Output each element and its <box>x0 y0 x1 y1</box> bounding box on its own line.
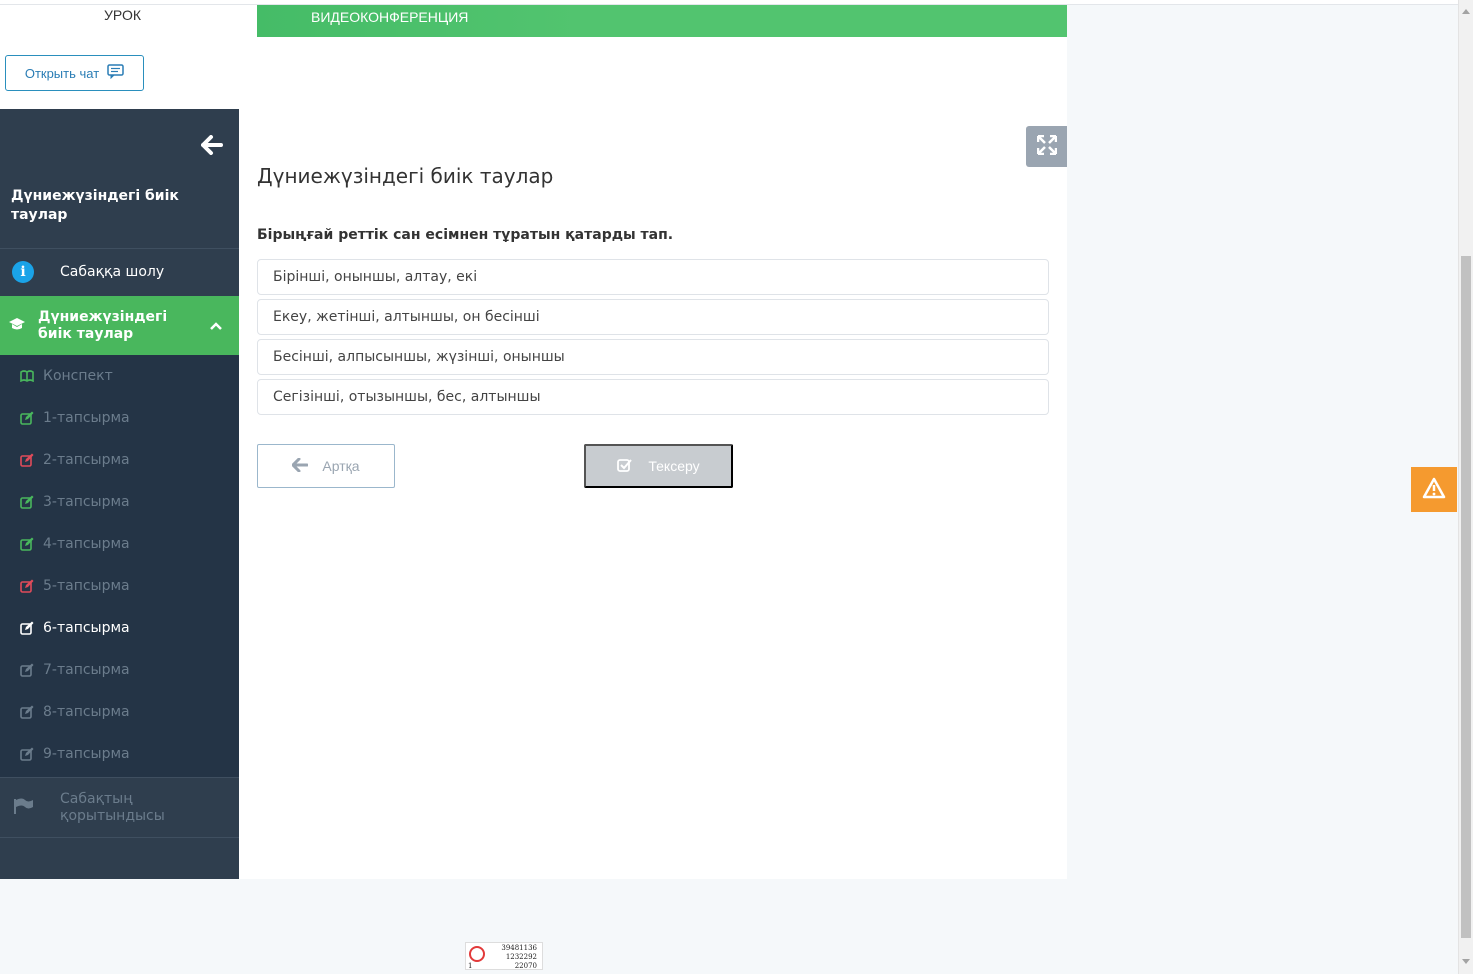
answer-options: Бірінші, оныншы, алтау, екі Екеу, жетінш… <box>257 259 1049 419</box>
scrollbar[interactable] <box>1458 0 1473 974</box>
sidebar-item-label: 6-тапсырма <box>43 620 130 636</box>
sidebar-task-list: Конспект 1-тапсырма 2-тапсырма 3-тапсырма 4-… <box>0 355 239 777</box>
sidebar-item-task[interactable]: 8-тапсырма <box>0 691 239 733</box>
answer-option[interactable]: Бірінші, оныншы, алтау, екі <box>257 259 1049 295</box>
chat-icon <box>107 64 124 82</box>
sidebar-item-task[interactable]: 4-тапсырма <box>0 523 239 565</box>
sidebar-item-label: 9-тапсырма <box>43 746 130 762</box>
sidebar-item-overview[interactable]: i Сабаққа шолу <box>0 249 239 295</box>
videoconference-label: ВИДЕОКОНФЕРЕНЦИЯ <box>311 9 469 25</box>
answer-option[interactable]: Екеу, жетінші, алтыншы, он бесінші <box>257 299 1049 335</box>
sidebar-item-label: 3-тапсырма <box>43 494 130 510</box>
sidebar-item-task[interactable]: Конспект <box>0 355 239 397</box>
edit-icon <box>19 579 34 594</box>
scroll-thumb[interactable] <box>1461 256 1471 938</box>
sidebar-item-label: 8-тапсырма <box>43 704 130 720</box>
visit-counter[interactable]: 39481136 1232292 22070 1 <box>465 942 543 970</box>
sidebar-item-label: 4-тапсырма <box>43 536 130 552</box>
edit-icon <box>19 621 34 636</box>
counter-line: 22070 <box>514 962 537 970</box>
sidebar-item-label: 5-тапсырма <box>43 578 130 594</box>
answer-option[interactable]: Бесінші, алпысыншы, жүзінші, оныншы <box>257 339 1049 375</box>
edit-icon <box>19 705 34 720</box>
edit-icon <box>19 747 34 762</box>
info-icon: i <box>12 261 34 283</box>
sidebar-item-task[interactable]: 1-тапсырма <box>0 397 239 439</box>
chevron-up-icon[interactable] <box>209 316 223 335</box>
sidebar-item-label: 1-тапсырма <box>43 410 130 426</box>
sidebar-item-task[interactable]: 6-тапсырма <box>0 607 239 649</box>
flag-icon <box>12 797 34 819</box>
edit-icon <box>19 663 34 678</box>
question-text: Бірыңғай реттік сан есімнен тұратын қата… <box>257 227 674 243</box>
check-button[interactable]: Тексеру <box>584 444 733 488</box>
sidebar-section-active[interactable]: Дүниежүзіндегі биік таулар <box>0 296 239 355</box>
back-button[interactable]: Артқа <box>257 444 395 488</box>
sidebar-overview-label: Сабаққа шолу <box>60 264 165 280</box>
counter-logo-icon <box>469 946 485 962</box>
counter-line: 1232292 <box>505 953 537 961</box>
edit-icon <box>19 453 34 468</box>
report-problem-button[interactable] <box>1411 467 1457 512</box>
book-icon <box>19 369 34 384</box>
expand-icon <box>1036 134 1057 159</box>
open-chat-label: Открыть чат <box>24 65 100 81</box>
warning-icon <box>1422 477 1446 503</box>
scroll-down-icon[interactable] <box>1462 959 1470 964</box>
edit-icon <box>19 495 34 510</box>
sidebar-item-task[interactable]: 9-тапсырма <box>0 733 239 775</box>
back-arrow-icon[interactable] <box>201 135 223 155</box>
videoconference-bar[interactable]: ВИДЕОКОНФЕРЕНЦИЯ <box>257 5 1067 37</box>
sidebar-item-task[interactable]: 5-тапсырма <box>0 565 239 607</box>
sidebar-active-label: Дүниежүзіндегі биік таулар <box>38 308 168 342</box>
sidebar-lesson-title: Дүниежүзіндегі биік таулар <box>11 188 179 223</box>
page-title: Дүниежүзіндегі биік таулар <box>257 164 554 188</box>
sidebar: Дүниежүзіндегі биік таулар i Сабаққа шол… <box>0 109 239 879</box>
edit-icon <box>19 537 34 552</box>
sidebar-item-label: 2-тапсырма <box>43 452 130 468</box>
main-content: Дүниежүзіндегі биік таулар Бірыңғай ретт… <box>239 37 1067 879</box>
sidebar-item-summary[interactable]: Сабақтың қорытындысы <box>0 778 239 838</box>
tab-lesson[interactable]: УРОК <box>0 7 245 23</box>
sidebar-item-label: Конспект <box>43 368 113 384</box>
sidebar-summary-label: Сабақтың қорытындысы <box>60 791 165 824</box>
open-chat-button[interactable]: Открыть чат <box>5 55 144 91</box>
check-button-label: Тексеру <box>648 458 700 474</box>
graduation-cap-icon <box>8 316 26 335</box>
counter-line: 39481136 <box>501 944 537 952</box>
left-header: УРОК Открыть чат <box>0 5 257 109</box>
back-button-label: Артқа <box>322 458 360 474</box>
checkbox-icon <box>617 458 633 475</box>
counter-line: 1 <box>468 962 473 970</box>
arrow-left-icon <box>291 457 309 475</box>
sidebar-item-task[interactable]: 2-тапсырма <box>0 439 239 481</box>
sidebar-item-task[interactable]: 3-тапсырма <box>0 481 239 523</box>
edit-icon <box>19 411 34 426</box>
scroll-up-icon[interactable] <box>1462 9 1470 14</box>
fullscreen-button[interactable] <box>1026 126 1067 167</box>
sidebar-item-label: 7-тапсырма <box>43 662 130 678</box>
sidebar-item-task[interactable]: 7-тапсырма <box>0 649 239 691</box>
divider <box>0 837 239 838</box>
answer-option[interactable]: Сегізінші, отызыншы, бес, алтыншы <box>257 379 1049 415</box>
